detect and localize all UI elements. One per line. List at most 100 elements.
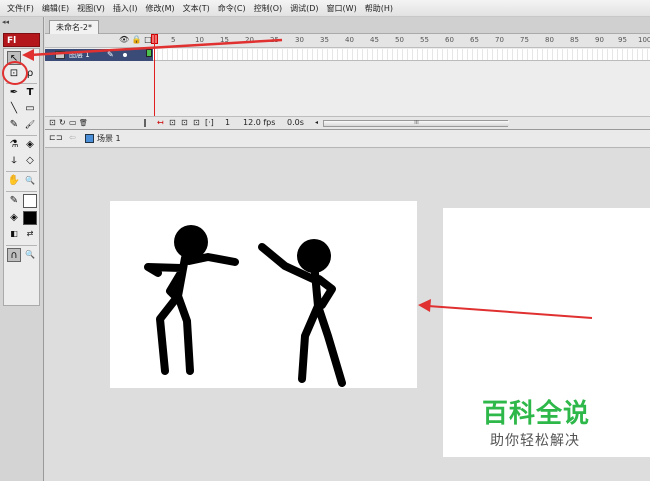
pen-tool-icon[interactable]: ✒ [7, 86, 21, 100]
toolbox-divider [6, 245, 37, 246]
layer-row[interactable]: 图层 1 ✎ [45, 49, 650, 61]
collapse-icon[interactable]: ◂◂ [2, 18, 42, 30]
scene-icon [85, 134, 94, 143]
stage-canvas[interactable] [110, 201, 417, 388]
tick-label: 40 [345, 36, 354, 44]
tick-label: 95 [618, 36, 627, 44]
tick-label: 10 [195, 36, 204, 44]
paint-bucket-tool-icon[interactable]: ◈ [23, 138, 37, 152]
highlight-circle [2, 61, 28, 85]
menu-window[interactable]: 窗口(W) [323, 0, 361, 17]
lock-icon[interactable]: 🔒 [132, 35, 142, 44]
fill-color-swatch[interactable] [23, 211, 37, 225]
tick-label: 25 [270, 36, 279, 44]
playhead-line [154, 34, 155, 116]
frame-rate[interactable]: 12.0 fps [243, 117, 275, 129]
tick-label: 60 [445, 36, 454, 44]
stick-figures [144, 225, 346, 387]
snap-tool-icon[interactable]: ∩ [7, 248, 21, 262]
menu-help[interactable]: 帮助(H) [361, 0, 397, 17]
scroll-thumb[interactable]: III [324, 121, 509, 126]
eye-icon[interactable]: 👁 [119, 35, 129, 44]
new-folder-icon[interactable]: ▭ [69, 117, 77, 129]
hand-tool-icon[interactable]: ✋ [7, 174, 21, 188]
subselection-tool-icon[interactable]: ↖ [23, 51, 37, 65]
menu-edit[interactable]: 编辑(E) [38, 0, 73, 17]
watermark-subtitle: 助你轻松解决 [490, 433, 580, 449]
center-frame-icon[interactable]: ↤ [157, 117, 164, 129]
menu-bar: 文件(F) 编辑(E) 视图(V) 插入(I) 修改(M) 文本(T) 命令(C… [0, 0, 650, 17]
menu-control[interactable]: 控制(O) [250, 0, 287, 17]
tick-label: 75 [520, 36, 529, 44]
tools-panel: ↖ ↖ ⊡ ρ ✒ T ╲ ▭ ✎ 🖌 ⚗ ◈ ↆ ◇ ✋ 🔍 ✎ ◈ ◧ ⇄ … [3, 48, 40, 306]
black-white-icon[interactable]: ◧ [7, 227, 21, 241]
timeline-scrollbar[interactable]: III [323, 120, 509, 127]
toolbox-divider [6, 171, 37, 172]
flash-logo: Fl [3, 33, 40, 47]
stroke-color-swatch[interactable] [23, 194, 37, 208]
pencil-tool-icon[interactable]: ✎ [7, 118, 21, 132]
scroll-left-icon[interactable]: ◂ [315, 117, 318, 129]
menu-debug[interactable]: 调试(D) [286, 0, 322, 17]
frame-cells[interactable] [153, 49, 650, 61]
tick-label: 85 [570, 36, 579, 44]
eyedropper-tool-icon[interactable]: ↆ [7, 154, 21, 168]
tick-label: 100 [638, 36, 650, 44]
text-tool-icon[interactable]: T [23, 86, 37, 100]
menu-view[interactable]: 视图(V) [73, 0, 109, 17]
new-layer-icon[interactable]: ⊡ [49, 117, 56, 129]
visibility-dot-icon[interactable] [123, 53, 127, 57]
timeline-status-bar: ⊡ ↻ ▭ 🗑 ‖ ↤ ⊡ ⊡ ⊡ [·] 1 12.0 fps 0.0s ◂ … [45, 116, 650, 129]
menu-modify[interactable]: 修改(M) [141, 0, 178, 17]
delete-layer-icon[interactable]: 🗑 [79, 117, 88, 129]
tick-label: 90 [595, 36, 604, 44]
scroll-separator-icon: ‖ [143, 118, 147, 127]
back-arrow-icon[interactable]: ⇦ [69, 133, 76, 142]
tick-label: 15 [220, 36, 229, 44]
tick-label: 70 [495, 36, 504, 44]
tick-label: 45 [370, 36, 379, 44]
brush-tool-icon[interactable]: 🖌 [23, 118, 37, 132]
toolbox-panel: ◂◂ Fl ↖ ↖ ⊡ ρ ✒ T ╲ ▭ ✎ 🖌 ⚗ ◈ ↆ ◇ ✋ 🔍 ✎ … [0, 17, 44, 481]
modify-markers-icon[interactable]: [·] [205, 117, 214, 129]
smooth-tool-icon[interactable]: 🔍 [23, 248, 37, 262]
tab-document[interactable]: 未命名-2* [49, 20, 99, 34]
menu-commands[interactable]: 命令(C) [214, 0, 250, 17]
keyframe[interactable] [146, 49, 152, 57]
timeline-header-icons: 👁 🔒 □ [119, 35, 152, 44]
figure-2-head [297, 239, 331, 273]
watermark-title: 百科全说 [482, 399, 591, 429]
tick-label: 65 [470, 36, 479, 44]
pencil-icon: ✎ [107, 50, 114, 59]
eraser-tool-icon[interactable]: ◇ [23, 154, 37, 168]
swap-colors-icon[interactable]: ⇄ [23, 227, 37, 241]
tick-label: 5 [171, 36, 176, 44]
menu-text[interactable]: 文本(T) [179, 0, 214, 17]
ink-bottle-tool-icon[interactable]: ⚗ [7, 138, 21, 152]
menu-file[interactable]: 文件(F) [3, 0, 38, 17]
motion-guide-icon[interactable]: ↻ [59, 117, 66, 129]
zoom-tool-icon[interactable]: 🔍 [23, 174, 37, 188]
frame-ruler[interactable]: 5 10 15 20 25 30 35 40 45 50 55 60 65 70… [153, 34, 650, 48]
edit-multiple-frames-icon[interactable]: ⊡ [193, 117, 200, 129]
elapsed-time: 0.0s [287, 118, 304, 127]
rectangle-tool-icon[interactable]: ▭ [23, 102, 37, 116]
onion-outlines-icon[interactable]: ⊡ [181, 117, 188, 129]
onion-skin-icon[interactable]: ⊡ [169, 117, 176, 129]
layer-name-cell[interactable]: 图层 1 ✎ [45, 49, 153, 61]
toolbox-divider [6, 135, 37, 136]
layer-icon [55, 51, 65, 59]
line-tool-icon[interactable]: ╲ [7, 102, 21, 116]
timeline-header: 👁 🔒 □ 5 10 15 20 25 30 35 40 45 50 55 60… [45, 34, 650, 48]
document-tabs: 未命名-2* [45, 17, 650, 34]
figure-1-head [174, 225, 208, 259]
show-timeline-icon[interactable]: ⊏⊐ [49, 133, 62, 142]
tick-label: 30 [295, 36, 304, 44]
current-frame: 1 [225, 118, 231, 127]
scene-label[interactable]: 场景 1 [97, 133, 121, 144]
fill-color-icon[interactable]: ◈ [7, 211, 21, 225]
stroke-color-icon[interactable]: ✎ [7, 194, 21, 208]
figure-1-body [144, 253, 239, 375]
menu-insert[interactable]: 插入(I) [109, 0, 142, 17]
layer-name: 图层 1 [69, 51, 90, 59]
